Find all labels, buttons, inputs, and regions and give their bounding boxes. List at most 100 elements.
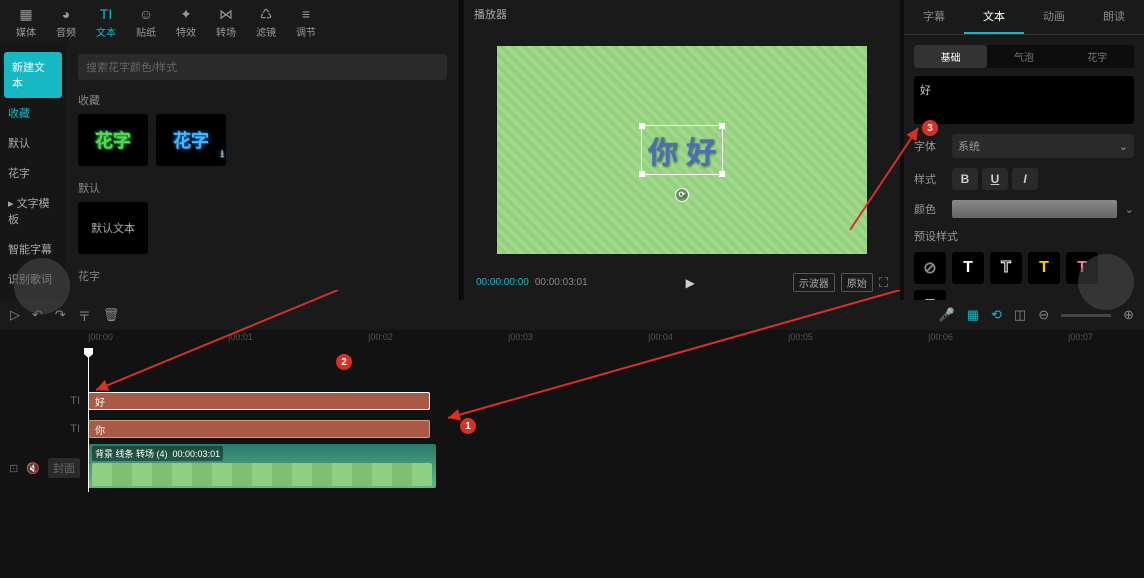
tool-滤镜[interactable]: ♺滤镜	[246, 4, 286, 40]
preset-style[interactable]: ⊘	[914, 252, 946, 284]
timeline: ▷ ↶ ↷ 〒 🗑 🎤 ▦ ⟲ ◫ ⊖ ⊕ |00:00|00:01|00:02…	[0, 300, 1144, 578]
preset-style[interactable]: T	[990, 252, 1022, 284]
chevron-icon: ⌄	[1119, 140, 1128, 153]
ruler[interactable]: |00:00 |00:01 |00:02 |00:03 |00:04 |00:05 |00:…	[88, 330, 1144, 350]
tool-文本[interactable]: TI文本	[86, 4, 126, 40]
tool-媒体[interactable]: ▦媒体	[6, 4, 46, 40]
right-tabs: 字幕文本动画朗读	[904, 0, 1144, 35]
right-tab[interactable]: 朗读	[1084, 0, 1144, 34]
top-toolbar: ▦媒体◕音频TI文本☺贴纸✦特效⋈转场♺滤镜≡调节	[0, 0, 459, 44]
text-track-1: TI 好	[0, 388, 1144, 414]
original-button[interactable]: 原始	[841, 273, 873, 292]
text-track-icon: TI	[70, 423, 80, 435]
sub-tab[interactable]: 基础	[914, 45, 987, 68]
italic-button[interactable]: I	[1012, 168, 1038, 190]
preset-label: 预设样式	[914, 228, 958, 244]
color-picker[interactable]	[952, 200, 1117, 218]
magnet-icon[interactable]: ▦	[967, 307, 979, 323]
preview-canvas[interactable]: 你 好 ⟳	[497, 46, 867, 254]
ruler-tick: |00:03	[508, 332, 533, 342]
section-fav: 收藏	[78, 92, 447, 108]
ruler-tick: |00:00	[88, 332, 113, 342]
tool-特效[interactable]: ✦特效	[166, 4, 206, 40]
video-track: ⊡ 🔇 封面 背景 线条 转场 (4) 00:00:03:01	[0, 444, 1144, 492]
play-button[interactable]: ▶	[686, 276, 695, 290]
asset-huazi-1[interactable]: 花字	[78, 114, 148, 166]
asset-default-text[interactable]: 默认文本	[78, 202, 148, 254]
ruler-tick: |00:06	[928, 332, 953, 342]
text-track-2: TI 你	[0, 416, 1144, 442]
tool-音频[interactable]: ◕音频	[46, 4, 86, 40]
time-display: 00:00:00:0000:00:03:01	[476, 277, 588, 288]
zoom-slider[interactable]	[1061, 314, 1111, 317]
sub-tabs: 基础气泡花字	[914, 45, 1134, 68]
preview-panel: 播放器 你 好 ⟳ 00:00:00:0000:00:03:01 ▶ 示波器	[464, 0, 900, 300]
rotate-handle[interactable]: ⟳	[675, 188, 689, 202]
section-huazi: 花字	[78, 268, 447, 284]
zoom-out-icon[interactable]: ⊖	[1038, 307, 1049, 323]
preset-style[interactable]: T	[952, 252, 984, 284]
sidebar-item[interactable]: 默认	[0, 128, 66, 158]
left-panel: ▦媒体◕音频TI文本☺贴纸✦特效⋈转场♺滤镜≡调节 新建文本收藏默认花字▸ 文字…	[0, 0, 460, 300]
tool-贴纸[interactable]: ☺贴纸	[126, 4, 166, 40]
section-default: 默认	[78, 180, 447, 196]
resize-handle[interactable]	[719, 123, 725, 129]
lock-icon[interactable]: ⊡	[9, 462, 18, 475]
annotation-3: 3	[922, 120, 938, 136]
right-tab[interactable]: 文本	[964, 0, 1024, 34]
text-clip-1[interactable]: 好	[88, 392, 430, 410]
resize-handle[interactable]	[719, 171, 725, 177]
fullscreen-icon[interactable]: ⛶	[879, 275, 888, 291]
sidebar-item[interactable]: ▸ 文字模板	[0, 188, 66, 234]
resize-handle[interactable]	[639, 123, 645, 129]
font-label: 字体	[914, 138, 944, 154]
font-dropdown[interactable]: 系统⌄	[952, 134, 1134, 158]
bold-button[interactable]: B	[952, 168, 978, 190]
underline-button[interactable]: U	[982, 168, 1008, 190]
style-label: 样式	[914, 171, 944, 187]
canvas-text-box[interactable]: 你 好 ⟳	[641, 125, 723, 175]
ruler-tick: |00:04	[648, 332, 673, 342]
nav-fwd-circle[interactable]: ›	[1078, 254, 1134, 310]
asset-content: 搜索花字颜色/样式 收藏 花字 花字⭳ 默认 默认文本 花字	[66, 44, 459, 300]
oscilloscope-button[interactable]: 示波器	[793, 273, 835, 292]
ruler-tick: |00:05	[788, 332, 813, 342]
mic-icon[interactable]: 🎤	[939, 307, 955, 323]
delete-icon[interactable]: 🗑	[103, 307, 120, 323]
text-clip-2[interactable]: 你	[88, 420, 430, 438]
annotation-2: 2	[336, 354, 352, 370]
search-input[interactable]: 搜索花字颜色/样式	[78, 54, 447, 80]
sidebar-item[interactable]: 新建文本	[4, 52, 62, 98]
color-label: 颜色	[914, 201, 944, 217]
align-icon[interactable]: ◫	[1014, 307, 1026, 323]
sub-tab[interactable]: 气泡	[987, 45, 1060, 68]
right-tab[interactable]: 字幕	[904, 0, 964, 34]
asset-huazi-2[interactable]: 花字⭳	[156, 114, 226, 166]
cover-button[interactable]: 封面	[48, 458, 80, 478]
mute-icon[interactable]: 🔇	[26, 462, 40, 475]
ruler-tick: |00:02	[368, 332, 393, 342]
download-icon[interactable]: ⭳	[221, 147, 225, 164]
nav-back-circle[interactable]: ‹	[14, 258, 70, 314]
ruler-tick: |00:07	[1068, 332, 1093, 342]
zoom-in-icon[interactable]: ⊕	[1123, 307, 1134, 323]
split-icon[interactable]: 〒	[78, 306, 91, 325]
tool-转场[interactable]: ⋈转场	[206, 4, 246, 40]
text-input[interactable]: 好	[914, 76, 1134, 124]
annotation-1: 1	[460, 418, 476, 434]
right-tab[interactable]: 动画	[1024, 0, 1084, 34]
link-icon[interactable]: ⟲	[991, 307, 1002, 323]
preset-style[interactable]: T	[1028, 252, 1060, 284]
sidebar-item[interactable]: 花字	[0, 158, 66, 188]
pointer-tool-icon[interactable]: ▷	[10, 307, 20, 323]
resize-handle[interactable]	[639, 171, 645, 177]
sidebar-item[interactable]: 收藏	[0, 98, 66, 128]
chevron-down-icon[interactable]: ⌄	[1125, 203, 1134, 216]
video-clip[interactable]: 背景 线条 转场 (4) 00:00:03:01	[88, 444, 436, 488]
text-track-icon: TI	[70, 395, 80, 407]
tool-调节[interactable]: ≡调节	[286, 4, 326, 40]
preview-title: 播放器	[464, 0, 900, 28]
ruler-tick: |00:01	[228, 332, 253, 342]
sub-tab[interactable]: 花字	[1061, 45, 1134, 68]
playhead[interactable]	[88, 350, 89, 492]
